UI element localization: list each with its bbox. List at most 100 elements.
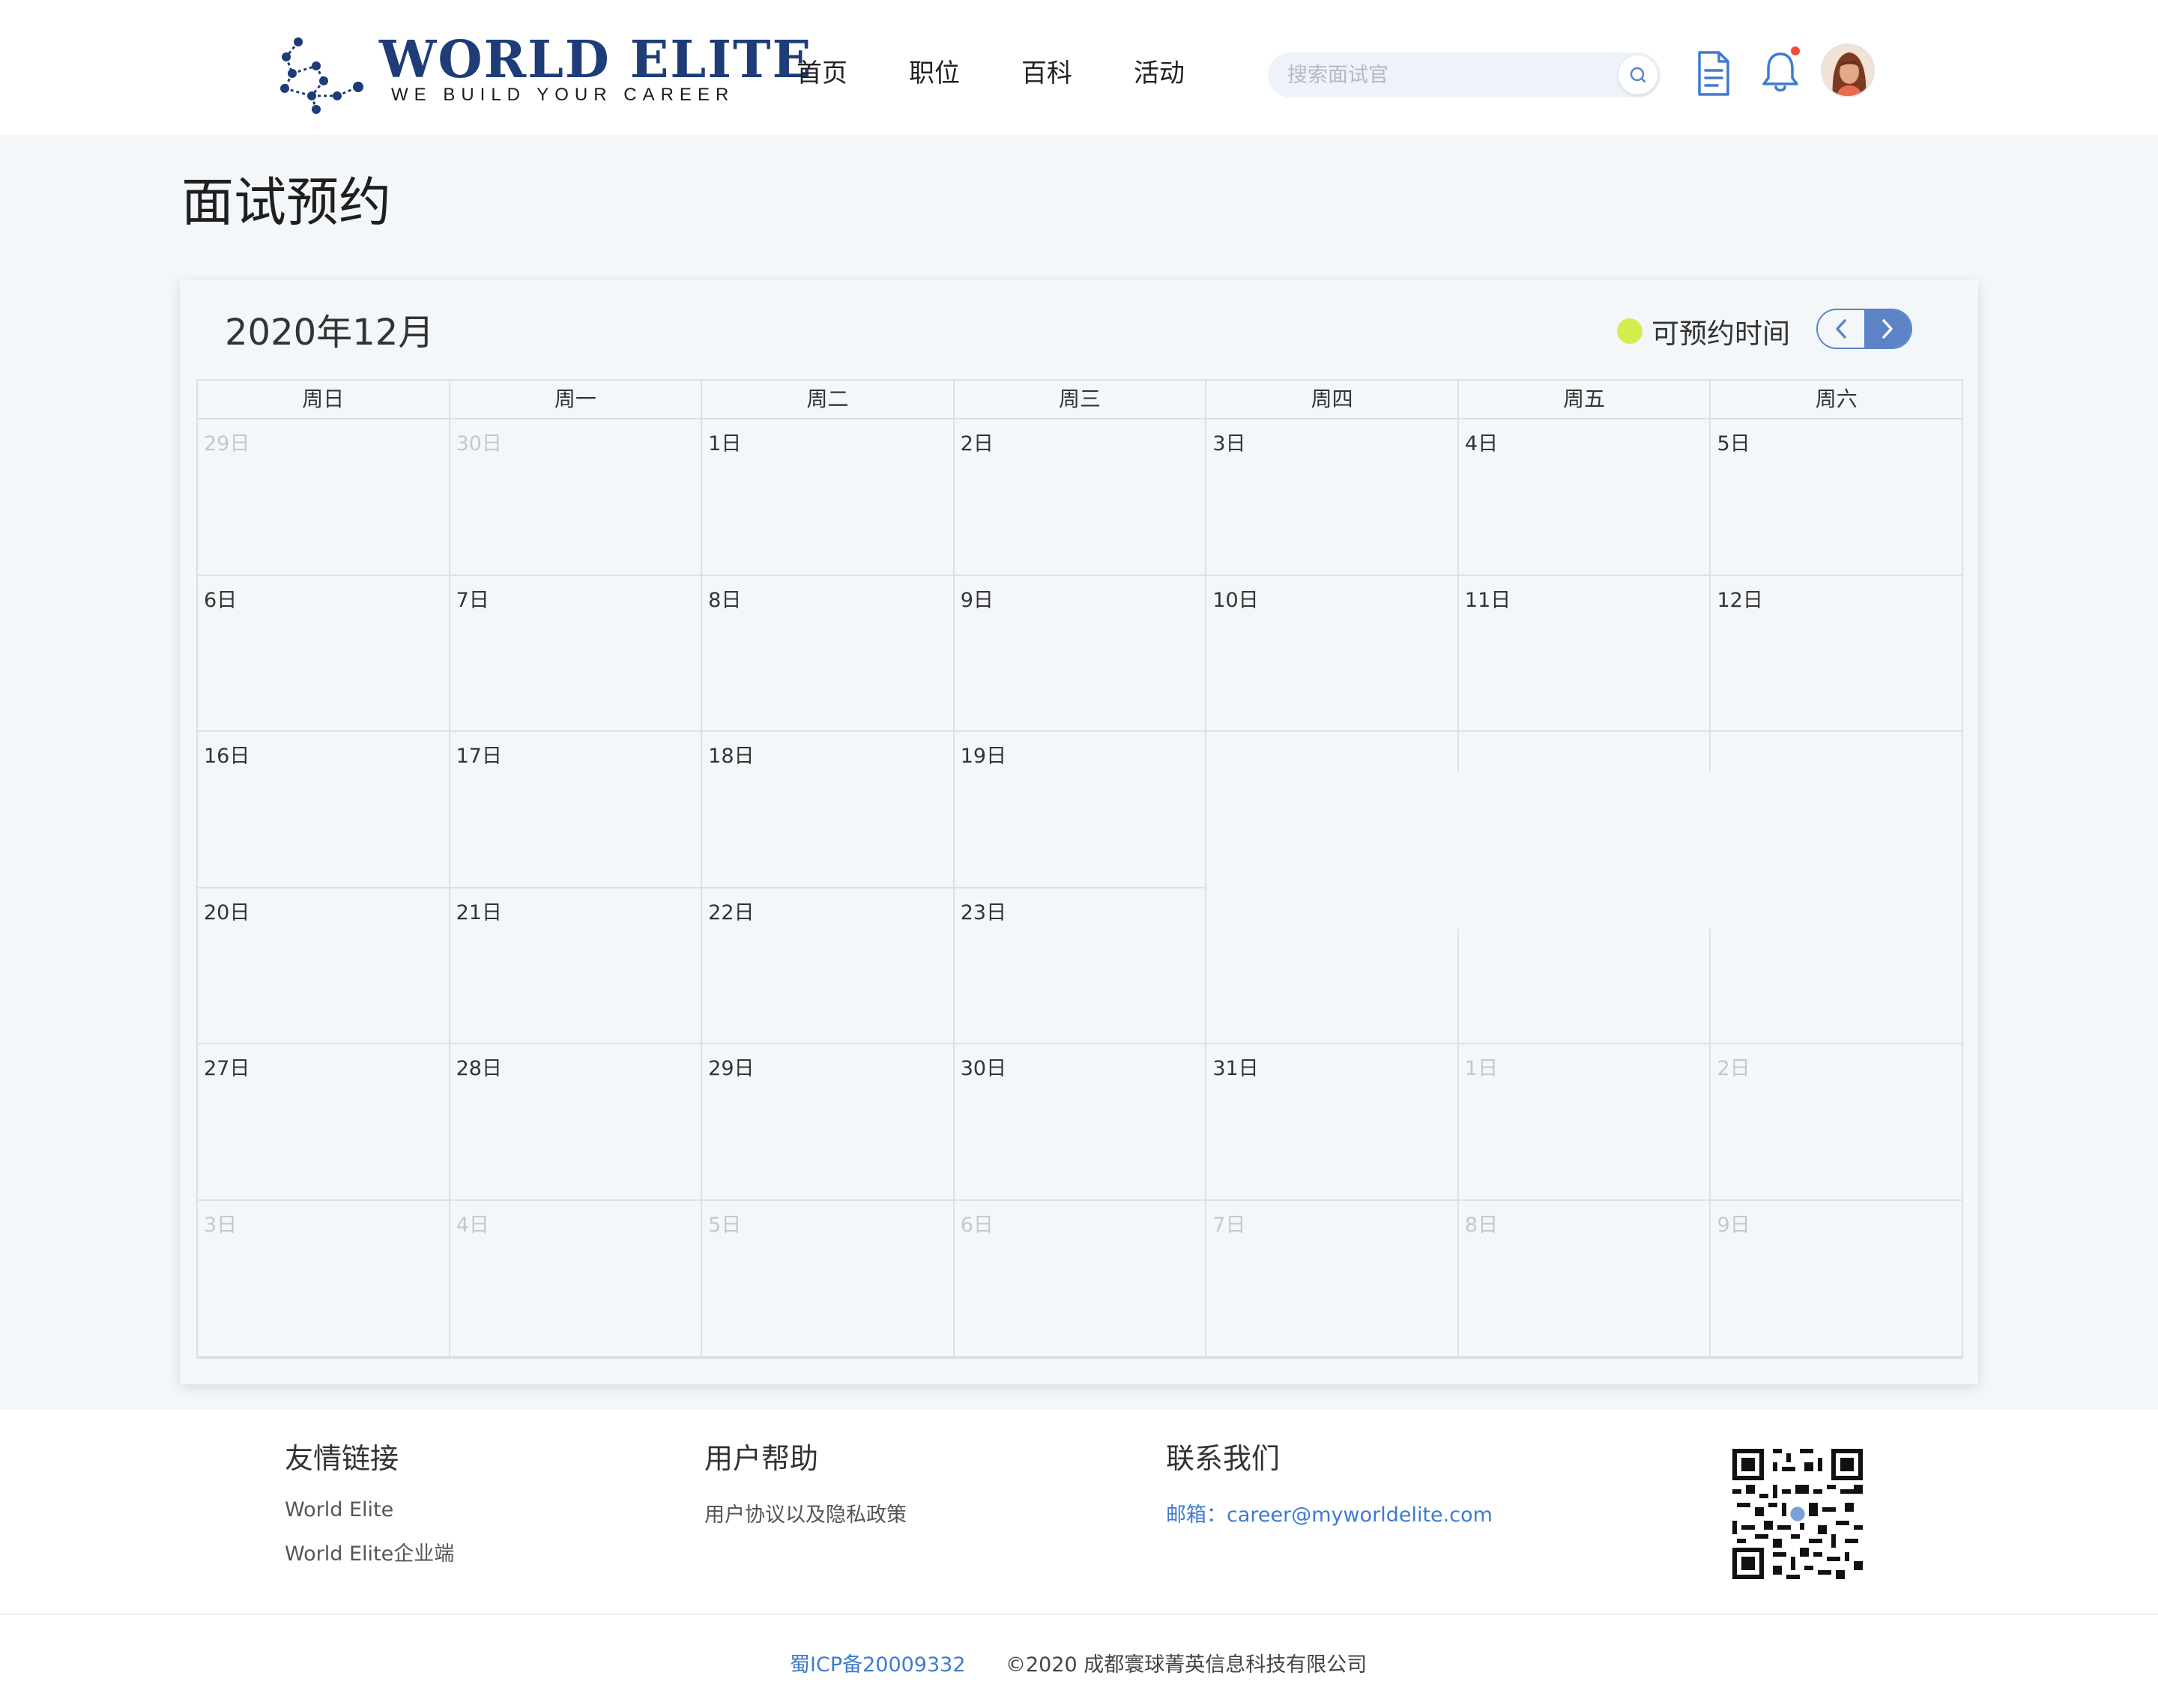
nav-item-wiki[interactable]: 百科	[1021, 52, 1072, 94]
calendar-day-cell[interactable]: 6日	[198, 575, 450, 731]
calendar-card: 2020年12月 可预约时间 周日 周一 周二 周三 周四 周五 周六 29日 3…	[180, 280, 1978, 1384]
calendar-day-label: 6日	[960, 1213, 994, 1237]
brand-title[interactable]: WORLD ELITE	[379, 30, 812, 90]
footer-contact-title: 联系我们	[1166, 1442, 1281, 1475]
calendar-day-label: 27日	[204, 1057, 250, 1081]
search-button[interactable]	[1618, 55, 1657, 94]
prev-month-button[interactable]	[1818, 310, 1864, 348]
search-input[interactable]	[1287, 52, 1587, 97]
calendar-grid: 周日 周一 周二 周三 周四 周五 周六 29日 30日 1日 2日 3日 4日 5日 6日 7…	[196, 379, 1963, 1359]
calendar-day-cell[interactable]: 12日	[1711, 576, 1962, 731]
calendar-day-cell[interactable]: 29日	[198, 420, 450, 575]
calendar-day-label: 9日	[960, 588, 994, 612]
calendar-day-label: 4日	[456, 1213, 489, 1237]
footer-divider	[0, 1614, 2158, 1615]
calendar-day-cell[interactable]: 27日	[198, 1044, 450, 1199]
calendar-day-cell[interactable]: 8日	[702, 575, 955, 731]
calendar-day-label: 17日	[456, 745, 502, 769]
calendar-day-cell[interactable]: 30日	[955, 1044, 1207, 1199]
calendar-day-cell[interactable]: 29日	[702, 1044, 955, 1199]
weekday-wed: 周三	[955, 381, 1207, 418]
calendar-day-cell[interactable]: 5日	[702, 1200, 955, 1356]
footer-link-world-elite-enterprise[interactable]: World Elite企业端	[285, 1537, 454, 1566]
bell-icon[interactable]	[1759, 46, 1801, 94]
nav-item-jobs[interactable]: 职位	[909, 52, 960, 94]
document-icon[interactable]	[1695, 49, 1732, 97]
next-month-button[interactable]	[1864, 310, 1911, 348]
calendar-day-cell[interactable]: 16日	[198, 732, 450, 887]
calendar-day-label: 3日	[1212, 432, 1246, 455]
copyright-text: ©2020 成都寰球菁英信息科技有限公司	[1006, 1653, 1367, 1677]
calendar-day-cell[interactable]: 5日	[1711, 420, 1962, 575]
footer-contact-email[interactable]: 邮箱：career@myworldelite.com	[1166, 1498, 1493, 1527]
calendar-day-label: 30日	[456, 432, 502, 455]
calendar-day-label: 3日	[204, 1213, 238, 1237]
logo-molecule-icon	[280, 37, 363, 114]
search-icon	[1630, 67, 1646, 83]
search-bar	[1268, 52, 1660, 97]
page-title: 面试预约	[181, 172, 391, 233]
calendar-day-cell[interactable]: 4日	[1459, 420, 1711, 575]
calendar-day-label: 5日	[708, 1213, 742, 1237]
calendar-day-cell[interactable]: 9日	[955, 575, 1207, 731]
calendar-day-label: 18日	[708, 745, 755, 769]
calendar-day-cell[interactable]: 4日	[450, 1200, 703, 1356]
calendar-day-cell[interactable]: 17日	[450, 732, 703, 887]
calendar-day-cell[interactable]: 9日	[1711, 1201, 1962, 1356]
calendar-day-label: 29日	[204, 432, 250, 455]
calendar-day-cell[interactable]: 2日	[1711, 1044, 1962, 1199]
user-avatar[interactable]	[1821, 43, 1875, 97]
calendar-day-cell[interactable]: 3日	[198, 1200, 450, 1356]
chevron-right-icon	[1882, 319, 1893, 339]
main-nav: 首页 职位 百科 活动	[797, 52, 1246, 94]
nav-item-events[interactable]: 活动	[1134, 52, 1185, 94]
weekday-mon: 周一	[450, 381, 703, 418]
calendar-day-cell[interactable]: 22日	[702, 888, 955, 1044]
calendar-body: 29日 30日 1日 2日 3日 4日 5日 6日 7日 8日 9日 10日 11日 12日 16日 17日 1…	[198, 420, 1962, 1357]
footer-link-world-elite[interactable]: World Elite	[285, 1498, 393, 1521]
calendar-day-label: 28日	[456, 1057, 502, 1081]
calendar-day-cell[interactable]: 7日	[1206, 1200, 1459, 1356]
calendar-day-label: 8日	[1464, 1213, 1499, 1237]
calendar-day-label: 21日	[456, 900, 502, 924]
calendar-day-cell[interactable]: 10日	[1206, 575, 1459, 731]
calendar-day-cell[interactable]: 20日	[198, 888, 450, 1044]
calendar-day-cell[interactable]: 8日	[1459, 1200, 1711, 1356]
calendar-week-row: 29日 30日 1日 2日 3日 4日 5日	[198, 420, 1962, 576]
calendar-day-label: 7日	[1212, 1213, 1246, 1237]
calendar-day-label: 7日	[456, 588, 489, 612]
calendar-day-cell[interactable]: 21日	[450, 888, 703, 1044]
top-header: WORLD ELITE WE BUILD YOUR CAREER 首页 职位 百…	[0, 0, 2158, 135]
calendar-day-label: 11日	[1464, 588, 1511, 612]
calendar-day-cell[interactable]: 1日	[1459, 1044, 1711, 1199]
calendar-day-cell[interactable]: 18日	[702, 732, 955, 887]
calendar-day-label: 10日	[1212, 588, 1259, 612]
calendar-month-label: 2020年12月	[225, 312, 435, 354]
footer-help-title: 用户帮助	[704, 1442, 819, 1475]
calendar-day-label: 16日	[204, 745, 250, 769]
calendar-day-cell[interactable]: 28日	[450, 1044, 703, 1199]
calendar-day-cell[interactable]: 11日	[1459, 575, 1711, 731]
footer-friends-title: 友情链接	[285, 1442, 399, 1475]
calendar-day-cell[interactable]: 6日	[955, 1200, 1207, 1356]
month-switcher	[1816, 309, 1912, 349]
nav-item-home[interactable]: 首页	[797, 52, 847, 94]
calendar-day-label: 4日	[1464, 432, 1499, 455]
calendar-day-cell[interactable]: 31日	[1206, 1044, 1459, 1199]
calendar-day-label: 22日	[708, 900, 755, 924]
footer-link-privacy[interactable]: 用户协议以及隐私政策	[704, 1498, 907, 1527]
calendar-day-label: 23日	[960, 900, 1007, 924]
calendar-day-cell[interactable]: 19日	[955, 732, 1207, 887]
brand-tagline: WE BUILD YOUR CAREER	[391, 85, 735, 105]
calendar-day-cell[interactable]: 30日	[450, 420, 703, 575]
weekday-sun: 周日	[198, 381, 450, 418]
icp-link[interactable]: 蜀ICP备20009332	[790, 1648, 966, 1677]
calendar-day-cell[interactable]: 2日	[955, 420, 1207, 575]
calendar-day-cell[interactable]: 23日	[955, 888, 1207, 1044]
calendar-day-cell[interactable]: 1日	[702, 420, 955, 575]
calendar-day-cell[interactable]: 3日	[1206, 420, 1459, 575]
calendar-week-row: 27日 28日 29日 30日 31日 1日 2日	[198, 1044, 1962, 1201]
calendar-day-label: 1日	[1464, 1057, 1499, 1081]
calendar-week-row: 6日 7日 8日 9日 10日 11日 12日	[198, 575, 1962, 733]
calendar-day-cell[interactable]: 7日	[450, 575, 703, 731]
